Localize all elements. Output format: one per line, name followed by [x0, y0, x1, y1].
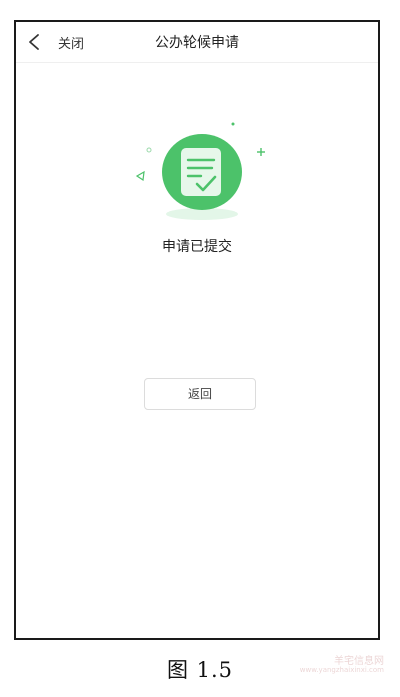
page-title: 公办轮候申请 [155, 35, 239, 51]
figure-caption: 图 1.5 [166, 658, 234, 682]
status-text: 申请已提交 [162, 239, 232, 255]
phone-screen: 关闭 公办轮候申请 申请已提交 返回 [14, 20, 380, 640]
document-check-icon [135, 122, 265, 220]
return-button[interactable]: 返回 [144, 378, 256, 410]
navbar: 关闭 公办轮候申请 [16, 22, 378, 63]
